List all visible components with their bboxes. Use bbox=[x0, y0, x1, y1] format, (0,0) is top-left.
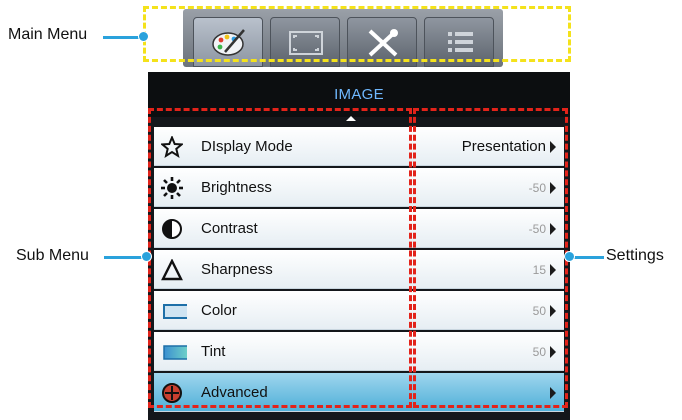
sub-menu-highlight bbox=[148, 108, 412, 408]
settings-leader-dot bbox=[564, 251, 575, 262]
main-menu-callout: Main Menu bbox=[8, 26, 88, 43]
sub-menu-leader-dot bbox=[141, 251, 152, 262]
menu-title: IMAGE bbox=[334, 86, 384, 103]
sub-menu-callout: Sub Menu bbox=[16, 247, 89, 264]
sub-menu-leader-line bbox=[104, 256, 146, 259]
main-menu-leader-dot bbox=[138, 31, 149, 42]
settings-highlight bbox=[413, 108, 568, 408]
settings-callout: Settings bbox=[606, 247, 664, 264]
main-menu-highlight bbox=[143, 6, 571, 62]
